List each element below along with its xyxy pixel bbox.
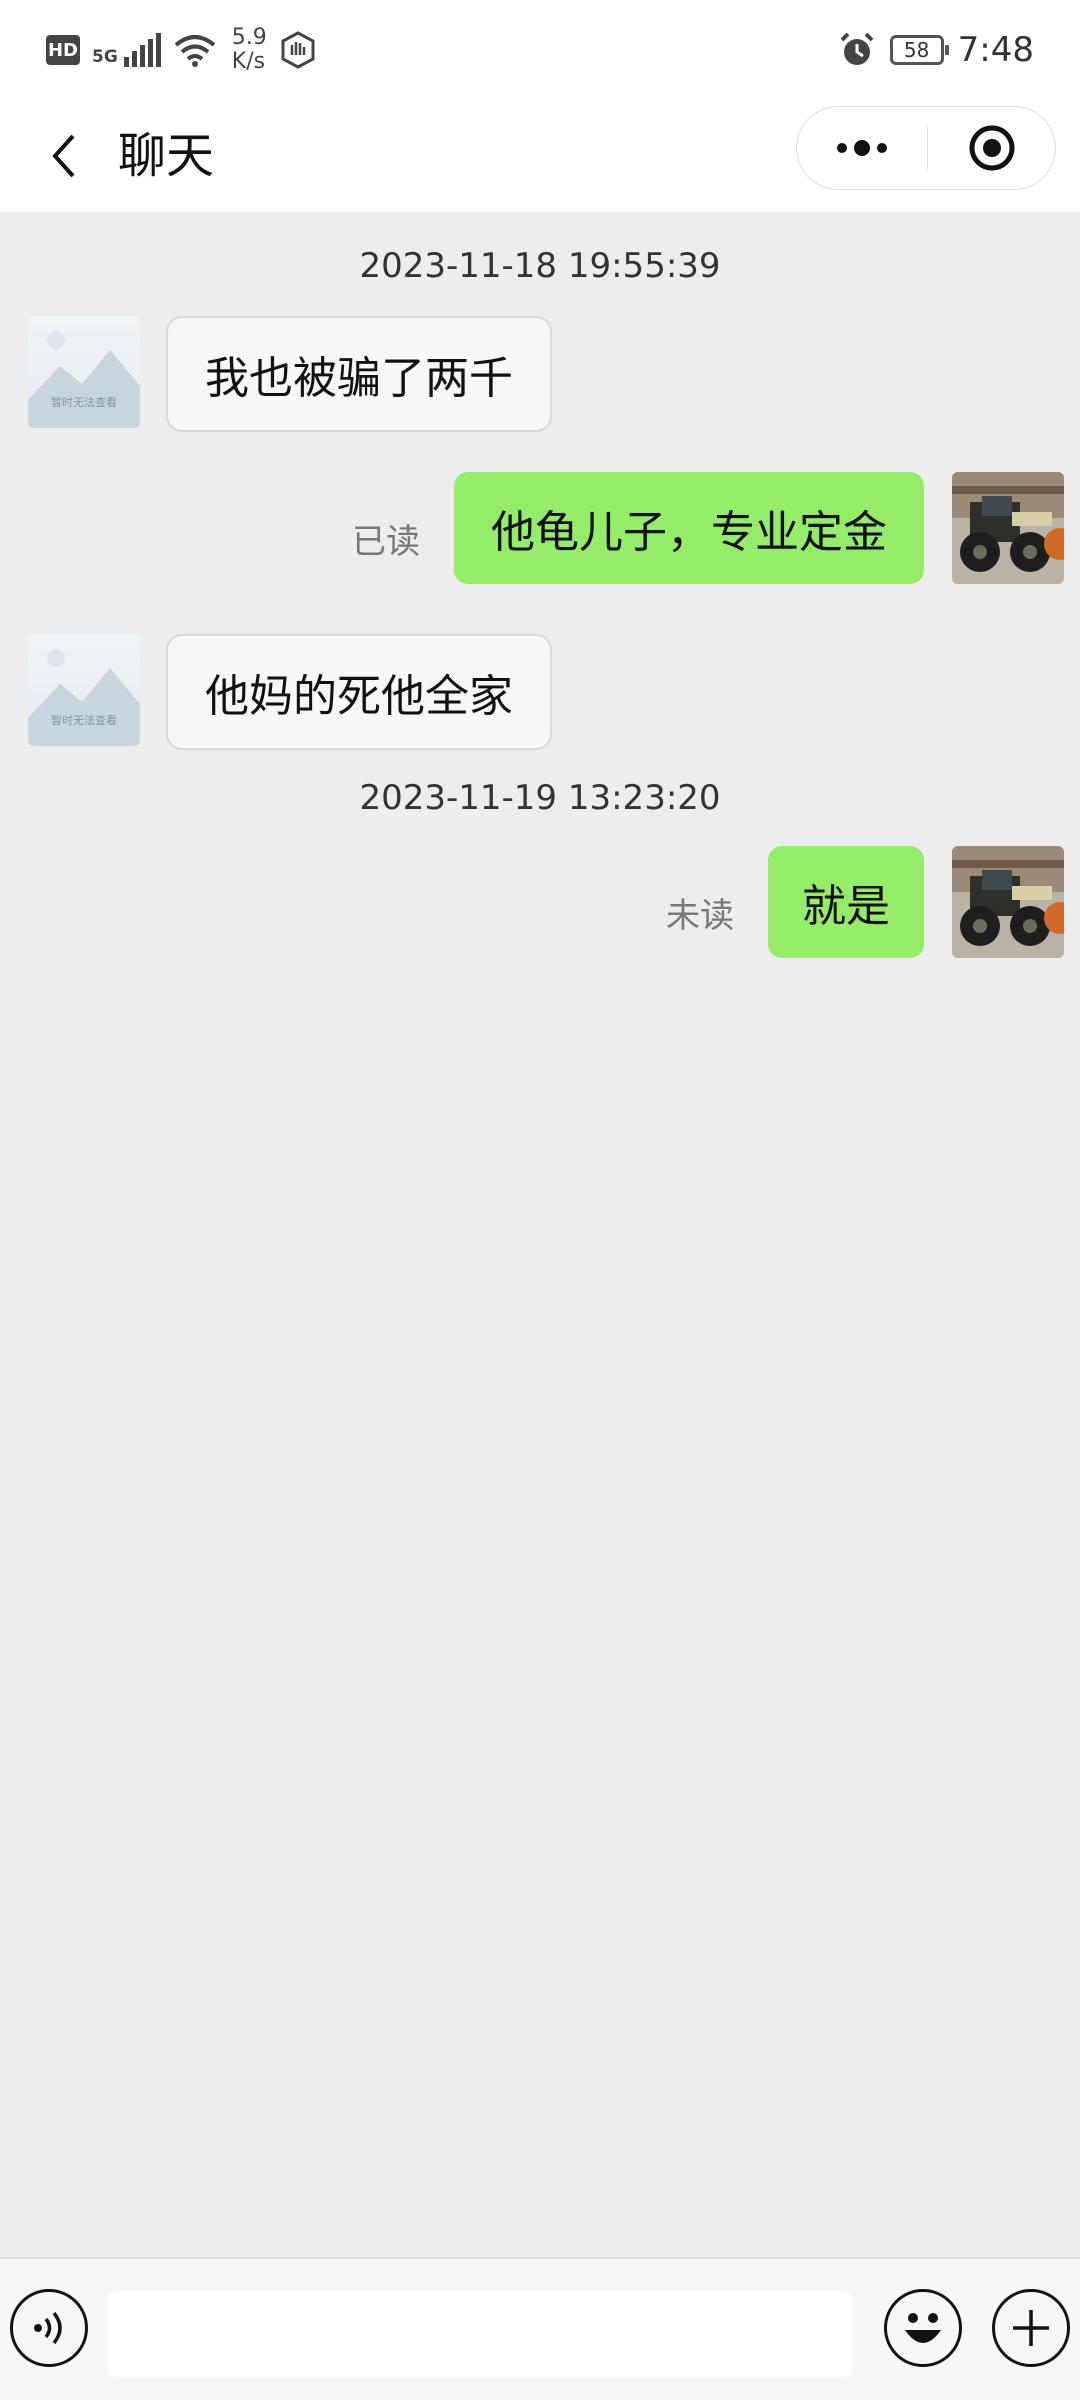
unread-status: 未读 xyxy=(666,896,734,936)
status-time: 7:48 xyxy=(957,30,1034,70)
network-type-label: 5G xyxy=(92,47,118,67)
input-bar xyxy=(0,2257,1080,2400)
wheel-loader-photo-icon xyxy=(952,472,1064,584)
plus-button[interactable] xyxy=(992,2289,1070,2367)
image-placeholder-icon xyxy=(28,331,140,428)
more-button[interactable] xyxy=(797,107,927,189)
contact-avatar[interactable]: 暂时无法查看 xyxy=(28,634,140,746)
page-title: 聊天 xyxy=(118,128,215,184)
message-input[interactable] xyxy=(108,2291,852,2377)
voice-icon xyxy=(34,2311,62,2345)
avatar-placeholder-text: 暂时无法查看 xyxy=(51,714,117,727)
target-icon xyxy=(969,125,1014,171)
outgoing-message-bubble[interactable]: 他龟儿子，专业定金 xyxy=(454,472,924,584)
user-avatar[interactable] xyxy=(952,846,1064,958)
contact-avatar[interactable]: 暂时无法查看 xyxy=(28,316,140,428)
speed-value: 5.9 xyxy=(231,25,267,50)
read-status: 已读 xyxy=(352,522,420,562)
emoji-button[interactable] xyxy=(884,2289,962,2367)
signal-group: 5G xyxy=(92,33,162,67)
incoming-message-bubble[interactable]: 他妈的死他全家 xyxy=(166,634,552,750)
more-dots-icon xyxy=(837,140,887,156)
back-button[interactable] xyxy=(34,126,94,186)
image-placeholder-icon xyxy=(28,649,140,746)
wheel-loader-photo-icon xyxy=(952,846,1064,958)
status-left: HD 5G 5.9 K/s xyxy=(46,22,317,78)
network-speed: 5.9 K/s xyxy=(232,26,267,74)
signal-icon xyxy=(123,33,161,67)
wifi-icon xyxy=(174,35,216,67)
alarm-icon xyxy=(840,32,874,65)
close-mini-program-button[interactable] xyxy=(928,107,1055,189)
status-right: 58 7:48 xyxy=(838,22,1034,78)
voice-button[interactable] xyxy=(10,2289,88,2367)
outgoing-message-bubble[interactable]: 就是 xyxy=(768,846,924,958)
speed-unit: K/s xyxy=(231,49,266,74)
battery-indicator: 58 xyxy=(889,35,949,65)
chat-area[interactable]: 2023-11-18 19:55:39 暂时无法查看 我也被骗了两千 已读 他龟… xyxy=(0,212,1080,2257)
status-bar: HD 5G 5.9 K/s 58 7:48 xyxy=(0,0,1080,100)
avatar-placeholder-text: 暂时无法查看 xyxy=(51,396,117,409)
chevron-left-icon xyxy=(52,134,75,178)
mini-program-capsule xyxy=(796,106,1056,190)
message-timestamp: 2023-11-18 19:55:39 xyxy=(359,246,721,286)
plus-icon xyxy=(1013,2310,1049,2346)
hand-shield-icon xyxy=(281,31,315,69)
hd-badge: HD xyxy=(46,35,80,65)
nav-bar: 聊天 xyxy=(0,100,1080,212)
user-avatar[interactable] xyxy=(952,472,1064,584)
emoji-icon xyxy=(905,2313,941,2343)
incoming-message-bubble[interactable]: 我也被骗了两千 xyxy=(166,316,552,432)
message-timestamp: 2023-11-19 13:23:20 xyxy=(359,778,721,818)
